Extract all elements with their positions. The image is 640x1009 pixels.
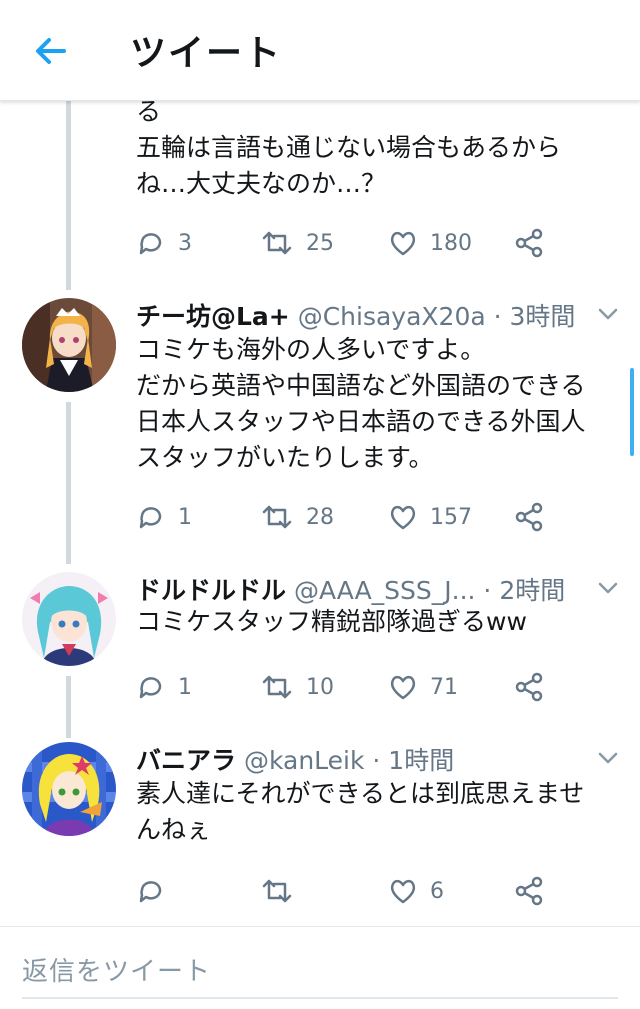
share-icon xyxy=(515,672,543,702)
share-button[interactable] xyxy=(514,876,544,906)
tweet-text: 素人達にそれができるとは到底思えませ んねぇ xyxy=(136,779,585,844)
handle-and-time: @AAA_SSS_J... · 2時間 xyxy=(293,576,566,605)
chevron-down-icon xyxy=(598,582,618,594)
back-button[interactable] xyxy=(28,28,74,74)
tweet-menu-button[interactable] xyxy=(596,578,620,598)
retweet-icon xyxy=(262,505,292,529)
thread-line xyxy=(66,676,71,738)
heart-icon xyxy=(390,505,416,530)
top-app-bar: ツイート xyxy=(0,0,640,101)
reply-button[interactable]: 3 xyxy=(136,228,192,258)
scrollbar[interactable] xyxy=(630,368,634,456)
like-button[interactable]: 6 xyxy=(388,876,444,906)
retweet-icon xyxy=(262,675,292,699)
share-icon xyxy=(515,502,543,532)
reply-button[interactable]: 1 xyxy=(136,672,192,702)
display-name[interactable]: バニアラ xyxy=(136,746,236,775)
avatar-image xyxy=(22,742,116,836)
share-icon xyxy=(515,228,543,258)
reply-button[interactable] xyxy=(136,876,178,906)
heart-icon xyxy=(390,231,416,256)
like-count: 157 xyxy=(430,504,472,530)
reply-composer[interactable]: 返信をツイート xyxy=(0,926,640,1009)
avatar-image xyxy=(22,572,116,666)
avatar[interactable] xyxy=(22,298,116,392)
retweet-count: 25 xyxy=(306,230,334,256)
retweet-count: 28 xyxy=(306,504,334,530)
share-button[interactable] xyxy=(514,502,544,532)
retweet-icon xyxy=(262,231,292,255)
display-name[interactable]: チー坊@La+ xyxy=(136,302,290,331)
tweet-header: バニアラ @kanLeik · 1時間 xyxy=(136,741,454,777)
page-title: ツイート xyxy=(130,33,283,74)
reply-button[interactable]: 1 xyxy=(136,502,192,532)
tweet-header: ドルドルドル @AAA_SSS_J... · 2時間 xyxy=(136,571,565,607)
tweet-menu-button[interactable] xyxy=(596,748,620,768)
tweet-text: る 五輪は言語も通じない場合もあるから ね…大丈夫なのか…？ xyxy=(136,97,562,198)
reply-input[interactable]: 返信をツイート xyxy=(22,951,211,988)
chevron-down-icon xyxy=(598,752,618,764)
heart-icon xyxy=(390,879,416,904)
retweet-button[interactable]: 10 xyxy=(260,672,334,702)
like-button[interactable]: 180 xyxy=(388,228,472,258)
arrow-left-icon xyxy=(36,38,66,64)
handle-and-time: @kanLeik · 1時間 xyxy=(243,746,455,775)
display-name[interactable]: ドルドルドル xyxy=(136,576,286,605)
like-button[interactable]: 157 xyxy=(388,502,472,532)
tweet-header: チー坊@La+ @ChisayaX20a · 3時間 xyxy=(136,297,575,333)
chevron-down-icon xyxy=(598,308,618,320)
tweet-text: コミケスタッフ精鋭部隊過ぎるww xyxy=(136,607,527,636)
handle-and-time: @ChisayaX20a · 3時間 xyxy=(297,302,576,331)
tweet-text: コミケも海外の人多いですよ。 だから英語や中国語など外国語のできる 日本人スタッ… xyxy=(136,335,586,472)
retweet-button[interactable]: 28 xyxy=(260,502,334,532)
reply-icon xyxy=(139,507,162,529)
thread-line xyxy=(66,402,71,564)
avatar-image xyxy=(22,298,116,392)
share-icon xyxy=(515,876,543,906)
tweet-menu-button[interactable] xyxy=(596,304,620,324)
reply-icon xyxy=(139,881,162,903)
like-button[interactable]: 71 xyxy=(388,672,458,702)
share-button[interactable] xyxy=(514,672,544,702)
thread-line xyxy=(66,100,71,290)
heart-icon xyxy=(390,675,416,700)
reply-input-underline xyxy=(22,997,618,999)
retweet-button[interactable] xyxy=(260,876,306,906)
reply-count: 3 xyxy=(178,230,192,256)
share-button[interactable] xyxy=(514,228,544,258)
avatar[interactable] xyxy=(22,572,116,666)
like-count: 71 xyxy=(430,674,458,700)
retweet-count: 10 xyxy=(306,674,334,700)
reply-icon xyxy=(139,233,162,255)
like-count: 6 xyxy=(430,878,444,904)
like-count: 180 xyxy=(430,230,472,256)
retweet-icon xyxy=(262,879,292,903)
reply-count: 1 xyxy=(178,504,192,530)
retweet-button[interactable]: 25 xyxy=(260,228,334,258)
reply-count: 1 xyxy=(178,674,192,700)
reply-icon xyxy=(139,677,162,699)
avatar[interactable] xyxy=(22,742,116,836)
